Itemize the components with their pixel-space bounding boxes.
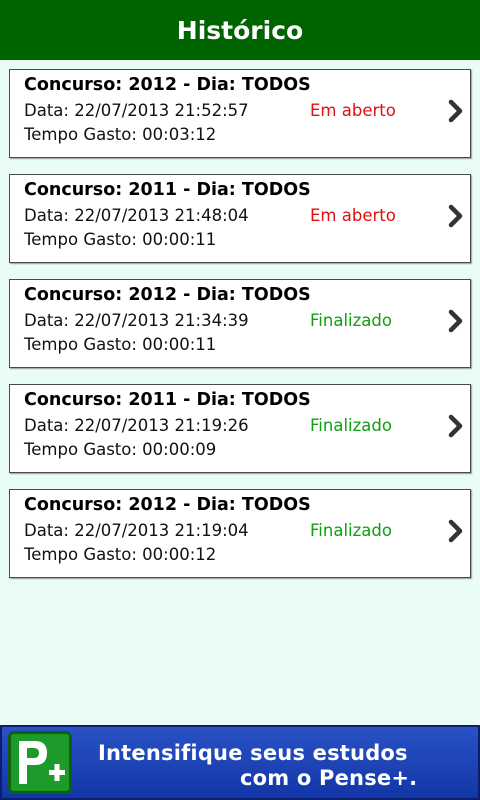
pense-plus-logo-icon: [8, 731, 72, 794]
history-item-date: Data: 22/07/2013 21:19:26: [24, 416, 249, 435]
history-item-status: Em aberto: [310, 101, 396, 120]
history-item-title: Concurso: 2012 - Dia: TODOS: [24, 285, 311, 305]
history-item[interactable]: Concurso: 2012 - Dia: TODOS Data: 22/07/…: [9, 69, 471, 158]
history-item-time-spent: Tempo Gasto: 00:03:12: [24, 125, 217, 144]
app-screen: Histórico Concurso: 2012 - Dia: TODOS Da…: [0, 0, 480, 800]
history-item-date: Data: 22/07/2013 21:34:39: [24, 311, 249, 330]
history-item-title: Concurso: 2012 - Dia: TODOS: [24, 495, 311, 515]
header-bar: Histórico: [0, 0, 480, 60]
history-item-status: Finalizado: [310, 521, 392, 540]
history-item-date: Data: 22/07/2013 21:48:04: [24, 206, 249, 225]
history-item-title: Concurso: 2012 - Dia: TODOS: [24, 75, 311, 95]
history-list: Concurso: 2012 - Dia: TODOS Data: 22/07/…: [9, 69, 471, 594]
history-item[interactable]: Concurso: 2011 - Dia: TODOS Data: 22/07/…: [9, 174, 471, 263]
history-item-date: Data: 22/07/2013 21:52:57: [24, 101, 249, 120]
chevron-right-icon: [448, 204, 463, 228]
history-item-status: Em aberto: [310, 206, 396, 225]
history-item-time-spent: Tempo Gasto: 00:00:12: [24, 545, 217, 564]
history-item-time-spent: Tempo Gasto: 00:00:11: [24, 335, 217, 354]
history-item-time-spent: Tempo Gasto: 00:00:09: [24, 440, 217, 459]
banner-text-line2: com o Pense+.: [240, 766, 418, 790]
ad-banner[interactable]: Intensifique seus estudos com o Pense+.: [0, 725, 480, 800]
history-item[interactable]: Concurso: 2012 - Dia: TODOS Data: 22/07/…: [9, 489, 471, 578]
history-item[interactable]: Concurso: 2011 - Dia: TODOS Data: 22/07/…: [9, 384, 471, 473]
chevron-right-icon: [448, 414, 463, 438]
history-item-title: Concurso: 2011 - Dia: TODOS: [24, 390, 311, 410]
history-item-time-spent: Tempo Gasto: 00:00:11: [24, 230, 217, 249]
history-item[interactable]: Concurso: 2012 - Dia: TODOS Data: 22/07/…: [9, 279, 471, 368]
history-item-status: Finalizado: [310, 311, 392, 330]
chevron-right-icon: [448, 99, 463, 123]
chevron-right-icon: [448, 309, 463, 333]
history-item-date: Data: 22/07/2013 21:19:04: [24, 521, 249, 540]
chevron-right-icon: [448, 519, 463, 543]
history-item-title: Concurso: 2011 - Dia: TODOS: [24, 180, 311, 200]
page-title: Histórico: [176, 15, 304, 45]
banner-text-line1: Intensifique seus estudos: [98, 741, 408, 765]
history-item-status: Finalizado: [310, 416, 392, 435]
